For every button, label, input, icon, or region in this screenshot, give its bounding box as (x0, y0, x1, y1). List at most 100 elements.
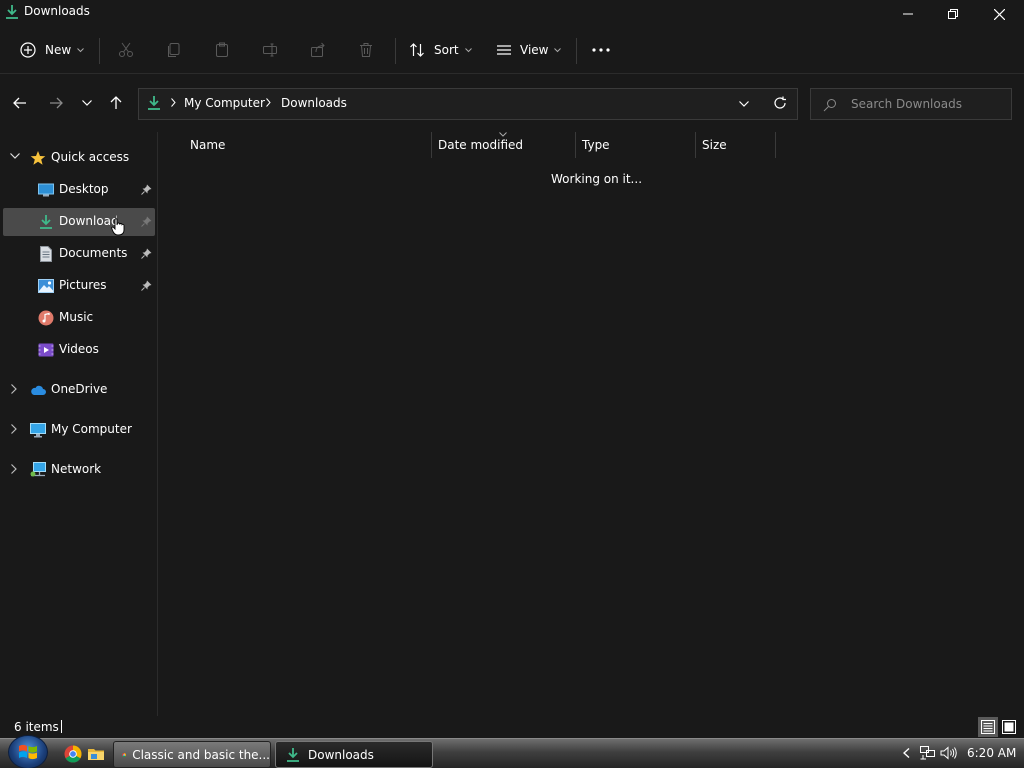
pin-icon[interactable] (141, 280, 152, 291)
sidebar-item-onedrive[interactable]: OneDrive (0, 376, 156, 404)
chevron-right-icon (171, 98, 176, 107)
chevron-down-icon (464, 47, 472, 52)
list-view-icon (497, 45, 511, 55)
pin-icon[interactable] (141, 248, 152, 259)
taskbar-item-chrome[interactable]: Classic and basic the... (113, 741, 271, 768)
up-button[interactable] (106, 93, 126, 113)
sidebar-item-my-computer[interactable]: My Computer (0, 416, 156, 444)
minimize-button[interactable] (885, 0, 931, 28)
title-bar: Downloads (0, 0, 1024, 28)
close-button[interactable] (976, 0, 1022, 28)
column-divider[interactable] (695, 132, 696, 158)
sidebar-item-downloads[interactable]: Downloads (3, 208, 155, 236)
search-box[interactable]: Search Downloads (810, 88, 1012, 120)
arrow-left-icon (13, 97, 26, 109)
more-options-button[interactable] (592, 36, 610, 64)
toolbar-divider (99, 38, 100, 64)
column-divider[interactable] (775, 132, 776, 158)
column-header-name[interactable]: Name (190, 138, 225, 162)
download-icon (6, 5, 18, 19)
paste-button[interactable] (214, 36, 230, 64)
chevron-down-icon[interactable] (739, 101, 749, 107)
sidebar-item-music[interactable]: Music (0, 304, 156, 332)
file-list: Name Date modified Type Size Working on … (159, 132, 1024, 716)
tray-expand-icon[interactable] (903, 748, 910, 758)
desktop-icon (38, 183, 54, 197)
sidebar-item-label: Pictures (59, 278, 107, 292)
start-button[interactable] (8, 735, 48, 768)
sidebar-item-label: Videos (59, 342, 99, 356)
network-icon (30, 462, 46, 477)
status-divider (61, 720, 62, 733)
column-header-type[interactable]: Type (582, 138, 610, 162)
taskbar-item-downloads[interactable]: Downloads (275, 741, 433, 768)
command-bar: New Sort View (0, 28, 1024, 74)
cut-button[interactable] (118, 36, 134, 64)
chevron-right-icon[interactable] (11, 464, 17, 474)
address-bar[interactable]: My Computer Downloads (138, 88, 798, 120)
sidebar-item-documents[interactable]: Documents (0, 240, 156, 268)
column-header-size[interactable]: Size (702, 138, 727, 162)
toolbar-divider (395, 38, 396, 64)
sidebar-item-label: Documents (59, 246, 128, 260)
share-icon (311, 42, 325, 57)
navigation-pane: Quick access Desktop Downloads Documents… (0, 132, 158, 716)
clipboard-icon (216, 42, 228, 57)
view-label: View (520, 43, 549, 57)
scissors-icon (119, 42, 133, 57)
taskbar: Classic and basic the... Downloads 6:20 … (0, 735, 1024, 768)
chevron-down-icon (77, 47, 85, 52)
chevron-right-icon[interactable] (11, 384, 17, 394)
details-view-button[interactable] (978, 717, 998, 737)
forward-button[interactable] (46, 93, 66, 113)
sidebar-item-desktop[interactable]: Desktop (0, 176, 156, 204)
copy-button[interactable] (166, 36, 182, 64)
network-status-icon[interactable] (920, 746, 936, 760)
rename-button[interactable] (262, 36, 278, 64)
sidebar-item-videos[interactable]: Videos (0, 336, 156, 364)
refresh-icon[interactable] (773, 96, 787, 110)
system-clock[interactable]: 6:20 AM (967, 746, 1016, 760)
breadcrumb-my-computer[interactable]: My Computer (184, 96, 265, 110)
column-header-date-modified[interactable]: Date modified (438, 138, 523, 162)
large-icons-view-button[interactable] (999, 717, 1019, 737)
sidebar-item-network[interactable]: Network (0, 456, 156, 484)
sidebar-item-label: Downloads (59, 214, 117, 228)
chrome-icon[interactable] (64, 745, 82, 763)
close-icon (993, 8, 1005, 20)
restore-button[interactable] (930, 0, 976, 28)
search-icon (823, 99, 836, 112)
chevron-right-icon[interactable] (11, 424, 17, 434)
sort-indicator-icon (499, 132, 507, 137)
sidebar-item-pictures[interactable]: Pictures (0, 272, 156, 300)
music-icon (38, 310, 54, 326)
window-title: Downloads (24, 4, 90, 18)
new-button[interactable]: New (20, 36, 85, 64)
arrow-up-icon (110, 96, 122, 109)
column-divider[interactable] (575, 132, 576, 158)
column-divider[interactable] (431, 132, 432, 158)
volume-icon[interactable] (940, 746, 958, 760)
delete-button[interactable] (358, 36, 374, 64)
sidebar-item-label: Music (59, 310, 94, 324)
sort-button[interactable]: Sort (409, 36, 472, 64)
chevron-down-icon[interactable] (10, 153, 20, 159)
pin-icon[interactable] (141, 216, 152, 227)
sidebar-item-label: Network (51, 462, 102, 476)
chevron-down-icon (82, 100, 92, 106)
folder-icon[interactable] (87, 745, 105, 763)
view-button[interactable]: View (496, 36, 562, 64)
sidebar-item-label: OneDrive (51, 382, 108, 396)
taskbar-item-label: Classic and basic the... (132, 747, 270, 762)
back-button[interactable] (10, 93, 30, 113)
loading-message: Working on it... (551, 172, 643, 186)
recent-locations-button[interactable] (77, 93, 97, 113)
share-button[interactable] (310, 36, 326, 64)
breadcrumb-downloads[interactable]: Downloads (281, 96, 347, 110)
sidebar-item-quick-access[interactable]: Quick access (0, 144, 156, 172)
pin-icon[interactable] (141, 184, 152, 195)
toolbar-divider (576, 38, 577, 64)
sort-icon (410, 43, 424, 57)
windows-logo-icon (19, 744, 37, 760)
documents-icon (40, 246, 52, 262)
